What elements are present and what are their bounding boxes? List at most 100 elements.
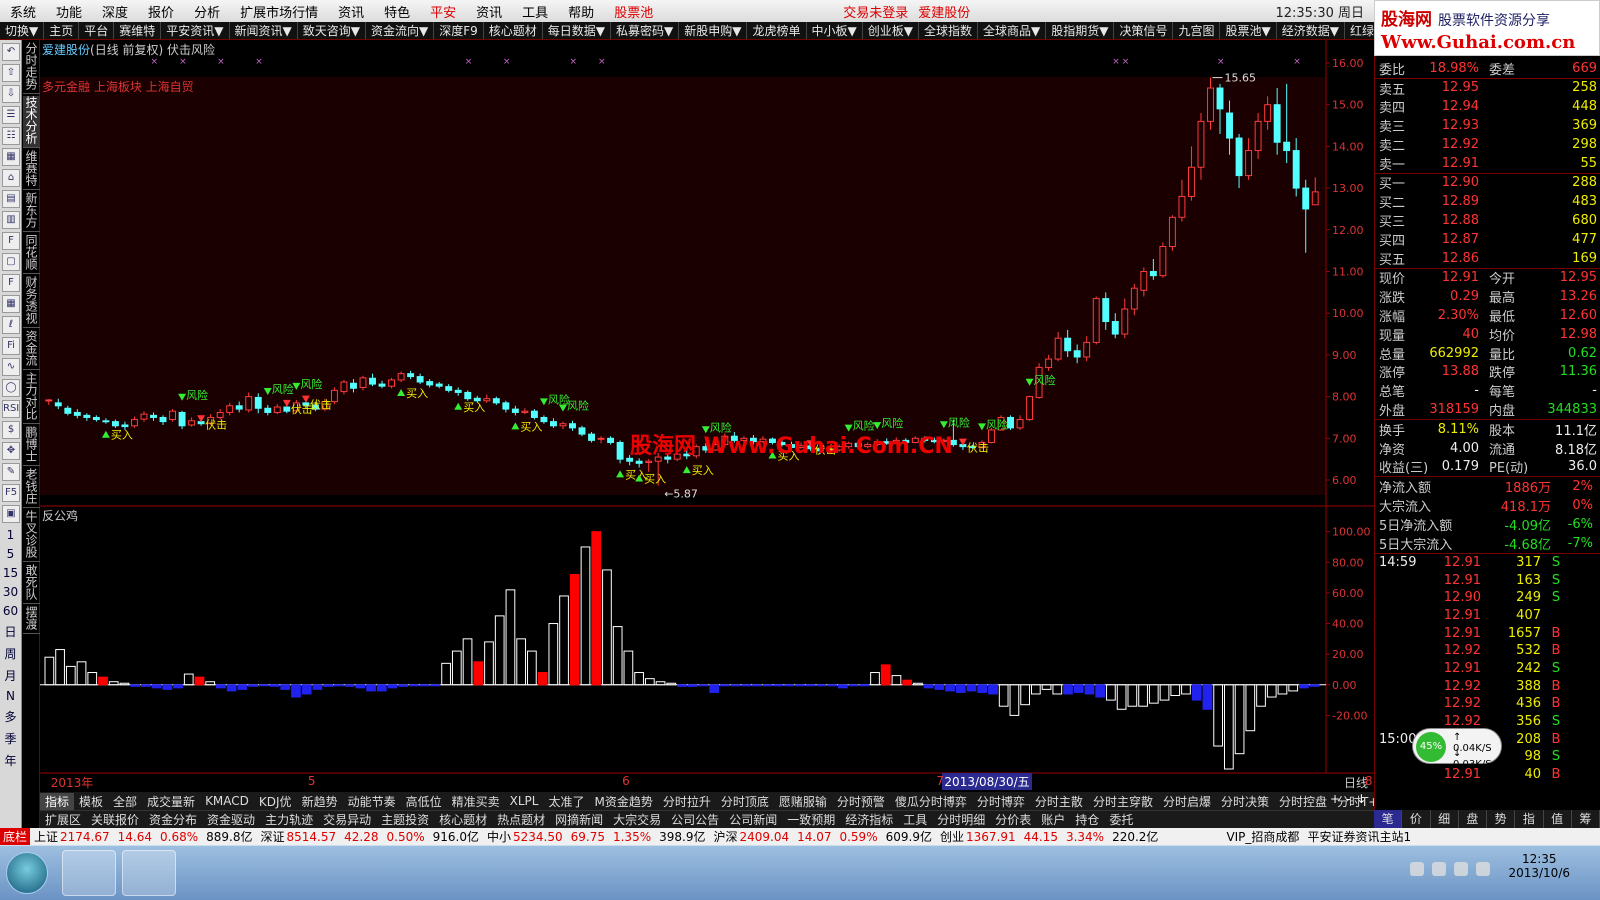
tool-icon[interactable]: $ [2, 421, 20, 439]
period-button[interactable]: 60 [0, 604, 21, 618]
menu-item[interactable]: 系统 [0, 2, 46, 21]
toolbar-item[interactable]: 平台 [79, 22, 115, 39]
tool-icon[interactable]: ▥ [2, 211, 20, 229]
indicator-tab[interactable]: KDJ优 [254, 793, 297, 810]
right-tab[interactable]: 值 [1544, 810, 1572, 828]
menu-item[interactable]: 功能 [46, 2, 92, 21]
toolbar-item[interactable]: 切换▼ [0, 22, 45, 39]
menu-item[interactable]: 平安 [420, 2, 466, 21]
period-button[interactable]: 多 [0, 708, 21, 725]
period-button[interactable]: 15 [0, 566, 21, 580]
kline-chart[interactable]: 6.00 7.00 8.00 9.00 10.00 11.00 12.00 13.00 14.0… [40, 40, 1374, 795]
side-tab[interactable]: 老钱庄 [23, 468, 40, 508]
side-tab[interactable]: 摆渡 [23, 606, 40, 634]
toolbar-item[interactable]: 股票池▼ [1220, 22, 1277, 39]
taskbar-app-stock[interactable] [122, 850, 176, 896]
function-tab[interactable]: 经济指标 [840, 811, 898, 828]
toolbar-item[interactable]: 股指期货▼ [1046, 22, 1115, 39]
side-tab[interactable]: 鹏博士 [23, 426, 40, 466]
toolbar-item[interactable]: 创业板▼ [863, 22, 919, 39]
indicator-tab[interactable]: M资金趋势 [589, 793, 657, 810]
tool-icon[interactable]: ▢ [2, 253, 20, 271]
indicator-tab[interactable]: 分时拉升 [658, 793, 716, 810]
tool-icon[interactable]: ⇧ [2, 64, 20, 82]
ask-row[interactable]: 卖四 12.94 448 [1375, 97, 1600, 116]
function-tab[interactable]: 账户 [1036, 811, 1070, 828]
tool-icon[interactable]: ▣ [2, 505, 20, 523]
bid-row[interactable]: 买一 12.90 288 [1375, 174, 1600, 192]
tool-icon[interactable]: ✎ [2, 463, 20, 481]
toolbar-item[interactable]: 全球指数 [919, 22, 978, 39]
tool-icon[interactable]: ⇩ [2, 85, 20, 103]
ask-row[interactable]: 卖五 12.95 258 [1375, 79, 1600, 97]
ask-row[interactable]: 卖一 12.91 55 [1375, 154, 1600, 173]
indicator-tab[interactable]: 全部 [108, 793, 142, 810]
indicator-tab[interactable]: XLPL [505, 794, 544, 808]
indicator-tab[interactable]: 精准买卖 [447, 793, 505, 810]
indicator-tab[interactable]: 分时顶底 [716, 793, 774, 810]
side-tab[interactable]: 敢死队 [23, 564, 40, 604]
tray-network-icon[interactable] [1454, 862, 1468, 876]
period-button[interactable]: 1 [0, 528, 21, 542]
indicator-tab[interactable]: KMACD [200, 794, 254, 808]
menu-item[interactable]: 分析 [184, 2, 230, 21]
toolbar-item[interactable]: 经济数据▼ [1277, 22, 1345, 39]
toolbar-item[interactable]: 新股申购▼ [679, 22, 748, 39]
taskbar-clock[interactable]: 12:35 2013/10/6 [1508, 852, 1570, 880]
indicator-tab[interactable]: 分时启爆 [1158, 793, 1216, 810]
zoom-control[interactable]: ↓ [1356, 792, 1366, 806]
tool-icon[interactable]: ⌂ [2, 169, 20, 187]
period-button[interactable]: N [0, 689, 21, 703]
tray-shield-icon[interactable] [1410, 862, 1424, 876]
period-button[interactable]: 年 [0, 752, 21, 769]
function-tab[interactable]: 热点题材 [492, 811, 550, 828]
tool-icon[interactable]: ▦ [2, 295, 20, 313]
function-tab[interactable]: 工具 [898, 811, 932, 828]
toolbar-item[interactable]: 赛维特 [114, 22, 162, 39]
period-button[interactable]: 30 [0, 585, 21, 599]
toolbar-item[interactable]: 九宫图 [1173, 22, 1221, 39]
bid-row[interactable]: 买四 12.87 477 [1375, 230, 1600, 249]
toolbar-item[interactable]: 核心题材 [484, 22, 543, 39]
tool-icon[interactable]: ▤ [2, 190, 20, 208]
right-tab[interactable]: 细 [1431, 810, 1459, 828]
indicator-tab[interactable]: 分时决策 [1216, 793, 1274, 810]
tool-icon[interactable]: F5 [2, 484, 20, 502]
right-tab[interactable]: 筹 [1572, 810, 1600, 828]
function-tab[interactable]: 委托 [1104, 811, 1138, 828]
period-button[interactable]: 5 [0, 547, 21, 561]
menu-item[interactable]: 资讯 [466, 2, 512, 21]
toolbar-item[interactable]: 深度F9 [434, 22, 484, 39]
function-tab[interactable]: 大宗交易 [608, 811, 666, 828]
tool-icon[interactable]: ✥ [2, 442, 20, 460]
start-button[interactable] [6, 852, 48, 894]
indicator-tab[interactable]: 傻瓜分时博弈 [890, 793, 972, 810]
right-tab[interactable]: 盘 [1459, 810, 1487, 828]
function-tab[interactable]: 主力轨迹 [260, 811, 318, 828]
menu-item[interactable]: 报价 [138, 2, 184, 21]
indicator-tab[interactable]: 成交量新 [142, 793, 200, 810]
bid-row[interactable]: 买二 12.89 483 [1375, 192, 1600, 211]
tool-icon[interactable]: ◯ [2, 379, 20, 397]
function-tab[interactable]: 公司公告 [666, 811, 724, 828]
side-tab[interactable]: 财务透视 [23, 276, 40, 328]
tool-icon[interactable]: ☷ [2, 127, 20, 145]
function-tab[interactable]: 一致预期 [782, 811, 840, 828]
right-tab[interactable]: 价 [1402, 810, 1431, 828]
indicator-tab[interactable]: 太准了 [543, 793, 589, 810]
toolbar-item[interactable]: 资金流向▼ [366, 22, 435, 39]
side-tab[interactable]: 维赛特 [23, 150, 40, 190]
menu-item[interactable]: 扩展市场行情 [230, 2, 328, 21]
indicator-tab[interactable]: 指标 [40, 792, 75, 810]
indicator-tab[interactable]: 分时预警 [832, 793, 890, 810]
tool-icon[interactable]: ℓ [2, 316, 20, 334]
menu-item[interactable]: 工具 [512, 2, 558, 21]
toolbar-item[interactable]: 决策信号 [1114, 22, 1174, 39]
function-tab[interactable]: 持仓 [1070, 811, 1104, 828]
function-tab[interactable]: 关联报价 [86, 811, 144, 828]
side-tab[interactable]: 技术分析 [23, 96, 40, 148]
indicator-tab[interactable]: 高低位 [401, 793, 447, 810]
right-tab[interactable]: 笔 [1374, 810, 1403, 828]
period-button[interactable]: 月 [0, 667, 21, 684]
tool-icon[interactable]: ↶ [2, 43, 20, 61]
